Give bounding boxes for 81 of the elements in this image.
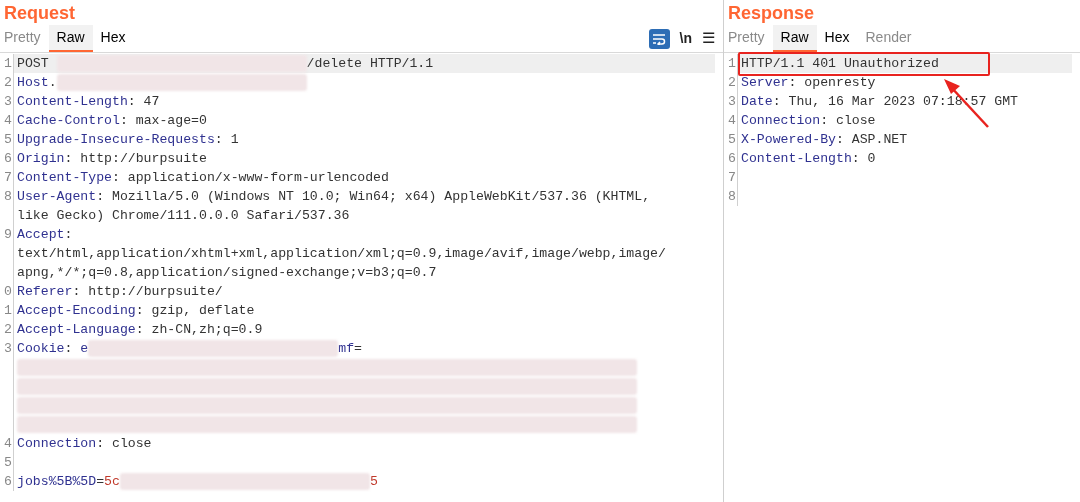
header-name: Connection bbox=[741, 112, 821, 130]
line-number: 6 bbox=[0, 149, 14, 168]
line-number: 2 bbox=[0, 320, 14, 339]
code-text: 5c bbox=[104, 473, 120, 491]
code-text: : bbox=[64, 340, 74, 358]
code-text: : zh-CN,zh;q=0.9 bbox=[135, 321, 263, 339]
code-text: text/html,application/xhtml+xml,application/xml;q=0.9,image/avif,image/webp,image/ bbox=[17, 245, 666, 263]
menu-button[interactable]: ☰ bbox=[702, 27, 715, 50]
line-number: 8 bbox=[0, 187, 14, 225]
code-text: POST bbox=[17, 55, 50, 73]
code-text: 5 bbox=[369, 473, 378, 491]
code-text: : max-age=0 bbox=[119, 112, 207, 130]
code-text: : 0 bbox=[851, 150, 876, 168]
code-text: = bbox=[96, 473, 105, 491]
code-text: : gzip, deflate bbox=[135, 302, 255, 320]
code-text: like Gecko) Chrome/111.0.0.0 Safari/537.36 bbox=[17, 207, 350, 225]
pane-title: Request bbox=[3, 2, 76, 24]
line-number: 1 bbox=[0, 301, 14, 320]
header-name: Connection bbox=[17, 435, 97, 453]
header-name: Date bbox=[741, 93, 773, 111]
code-text: . bbox=[48, 74, 57, 92]
header-name: Host bbox=[17, 74, 49, 92]
line-number: 2 bbox=[0, 73, 14, 92]
code-text: apng,*/*;q=0.8,application/signed-exchange;v=b3;q=0.7 bbox=[17, 264, 437, 282]
code-text: = bbox=[354, 340, 362, 358]
line-number: 6 bbox=[724, 149, 738, 168]
header-name: Accept-Encoding bbox=[17, 302, 136, 320]
line-number: 4 bbox=[724, 111, 738, 130]
line-number: 3 bbox=[0, 92, 14, 111]
tab[interactable]: Raw bbox=[48, 25, 93, 52]
code-text: : http://burpsuite/ bbox=[72, 283, 223, 301]
line-number: 5 bbox=[0, 453, 14, 472]
code-text: : close bbox=[96, 435, 152, 453]
header-name: Referer bbox=[17, 283, 73, 301]
code-text: : 47 bbox=[127, 93, 160, 111]
line-number: 1 bbox=[724, 54, 738, 73]
header-name: Server bbox=[741, 74, 789, 92]
header-name: X-Powered-By bbox=[741, 131, 836, 149]
line-number: 7 bbox=[724, 168, 738, 187]
line-number: 8 bbox=[724, 187, 738, 206]
code-text: : application/x-www-form-urlencoded bbox=[111, 169, 389, 187]
tab[interactable]: Hex bbox=[92, 25, 134, 52]
tab[interactable]: Raw bbox=[772, 25, 817, 52]
line-number: 0 bbox=[0, 282, 14, 301]
header-name: jobs%5B%5D bbox=[17, 473, 97, 491]
newline-toggle[interactable]: \n bbox=[679, 28, 692, 49]
code-text: HTTP/1.1 401 Unauthorized bbox=[741, 55, 939, 73]
line-number: 7 bbox=[0, 168, 14, 187]
header-name: Origin bbox=[17, 150, 65, 168]
line-number: 4 bbox=[0, 434, 14, 453]
code-text: : 1 bbox=[214, 131, 239, 149]
header-name: Accept-Language bbox=[17, 321, 136, 339]
code-text: : close bbox=[820, 112, 876, 130]
line-number: 3 bbox=[0, 339, 14, 434]
header-name: e bbox=[80, 340, 89, 358]
header-name: Content-Length bbox=[17, 93, 128, 111]
header-name: Content-Type bbox=[17, 169, 112, 187]
code-text: : openresty bbox=[788, 74, 876, 92]
header-name: Cookie bbox=[17, 340, 65, 358]
line-number: 5 bbox=[0, 130, 14, 149]
word-wrap-toggle[interactable] bbox=[648, 28, 670, 49]
line-number: 6 bbox=[0, 472, 14, 491]
header-name: Accept bbox=[17, 226, 65, 244]
wrap-icon bbox=[652, 32, 667, 45]
header-name: mf bbox=[338, 340, 355, 358]
line-number: 3 bbox=[724, 92, 738, 111]
line-number: 2 bbox=[724, 73, 738, 92]
header-name: Content-Length bbox=[741, 150, 852, 168]
code-text: : Mozilla/5.0 (Windows NT 10.0; Win64; x64) AppleWebKit/537.36 (KHTML, bbox=[96, 188, 651, 206]
header-name: User-Agent bbox=[17, 188, 97, 206]
code-text: : http://burpsuite bbox=[64, 150, 207, 168]
line-number: 5 bbox=[724, 130, 738, 149]
line-number: 9 bbox=[0, 225, 14, 282]
header-name: Upgrade-Insecure-Requests bbox=[17, 131, 215, 149]
code-text: : bbox=[64, 226, 73, 244]
tab[interactable]: Hex bbox=[816, 25, 858, 52]
pane-title: Response bbox=[727, 2, 816, 24]
line-number: 4 bbox=[0, 111, 14, 130]
code-text: : ASP.NET bbox=[835, 131, 908, 149]
header-name: Cache-Control bbox=[17, 112, 120, 130]
code-text: /delete HTTP/1.1 bbox=[306, 55, 434, 73]
